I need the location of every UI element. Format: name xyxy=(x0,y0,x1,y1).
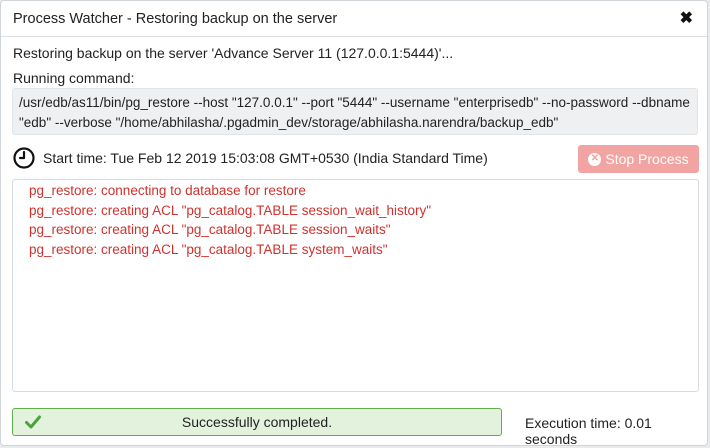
log-line: pg_restore: creating ACL "pg_catalog.TAB… xyxy=(29,222,391,237)
status-message: Successfully completed. xyxy=(181,414,333,430)
start-time-row: Start time: Tue Feb 12 2019 15:03:08 GMT… xyxy=(13,147,488,169)
stop-process-button[interactable]: ✕ Stop Process xyxy=(578,145,699,173)
process-description: Restoring backup on the server 'Advance … xyxy=(13,45,454,61)
start-time: Start time: Tue Feb 12 2019 15:03:08 GMT… xyxy=(43,150,488,166)
process-log[interactable]: pg_restore: connecting to database for r… xyxy=(12,179,699,392)
clock-icon xyxy=(13,147,35,169)
command-box: /usr/edb/as11/bin/pg_restore --host "127… xyxy=(12,88,698,135)
close-icon[interactable]: ✖ xyxy=(678,9,695,29)
log-line: pg_restore: connecting to database for r… xyxy=(29,183,306,198)
log-line: pg_restore: creating ACL "pg_catalog.TAB… xyxy=(29,202,432,218)
execution-time: Execution time: 0.01 seconds xyxy=(525,415,652,447)
check-icon xyxy=(25,415,41,429)
log-line: pg_restore: creating ACL "pg_catalog.TAB… xyxy=(29,241,388,257)
times-circle-icon: ✕ xyxy=(588,152,602,166)
stop-process-label: Stop Process xyxy=(605,151,689,167)
dialog-titlebar: Process Watcher - Restoring backup on th… xyxy=(1,1,707,37)
status-bar: Successfully completed. xyxy=(12,408,502,436)
process-watcher-dialog: Process Watcher - Restoring backup on th… xyxy=(0,0,708,447)
dialog-title: Process Watcher - Restoring backup on th… xyxy=(13,10,338,27)
running-command-label: Running command: xyxy=(13,70,135,86)
